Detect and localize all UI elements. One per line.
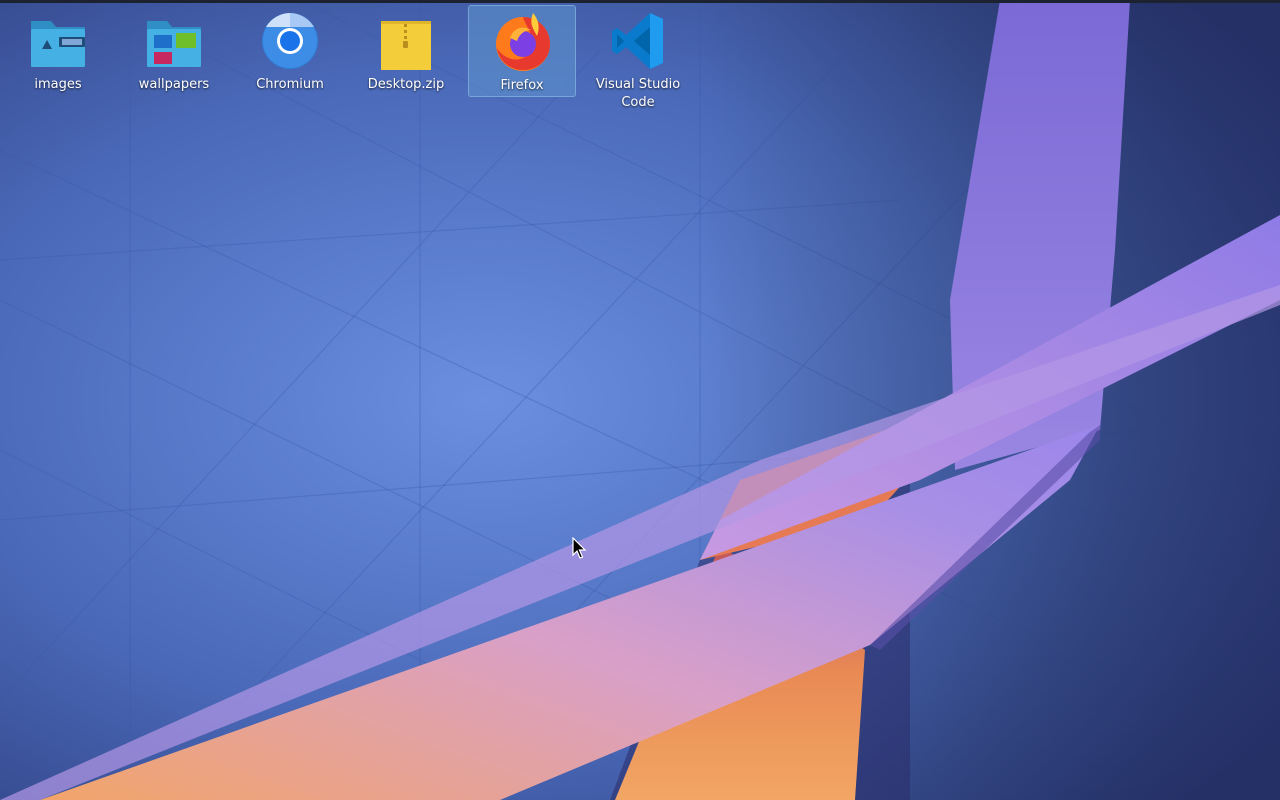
desktop-icon-label: Chromium [256, 77, 324, 92]
folder-wallpapers-icon [144, 7, 204, 71]
desktop-icon-images[interactable]: images [4, 5, 112, 97]
desktop-icon-label: Visual Studio Code [595, 77, 681, 110]
desktop-icon-firefox[interactable]: Firefox [468, 5, 576, 97]
desktop-icon-label: wallpapers [138, 77, 210, 92]
desktop-icon-label: Firefox [500, 78, 544, 93]
zip-archive-icon [376, 7, 436, 71]
folder-images-icon [28, 7, 88, 71]
chromium-icon [260, 7, 320, 71]
desktop-icon-wallpapers[interactable]: wallpapers [120, 5, 228, 97]
top-edge [0, 0, 1280, 3]
mouse-cursor-icon [572, 537, 587, 559]
wallpaper [0, 0, 1280, 800]
desktop[interactable]: images wallpapers Chromium Desktop.zip F… [0, 0, 1280, 800]
desktop-icon-label: Desktop.zip [367, 77, 445, 92]
desktop-icon-chromium[interactable]: Chromium [236, 5, 344, 97]
firefox-icon [493, 8, 553, 72]
desktop-icon-vscode[interactable]: Visual Studio Code [584, 5, 692, 115]
desktop-icon-desktop-zip[interactable]: Desktop.zip [352, 5, 460, 97]
desktop-icon-label: images [34, 77, 82, 92]
vscode-icon [608, 7, 668, 71]
